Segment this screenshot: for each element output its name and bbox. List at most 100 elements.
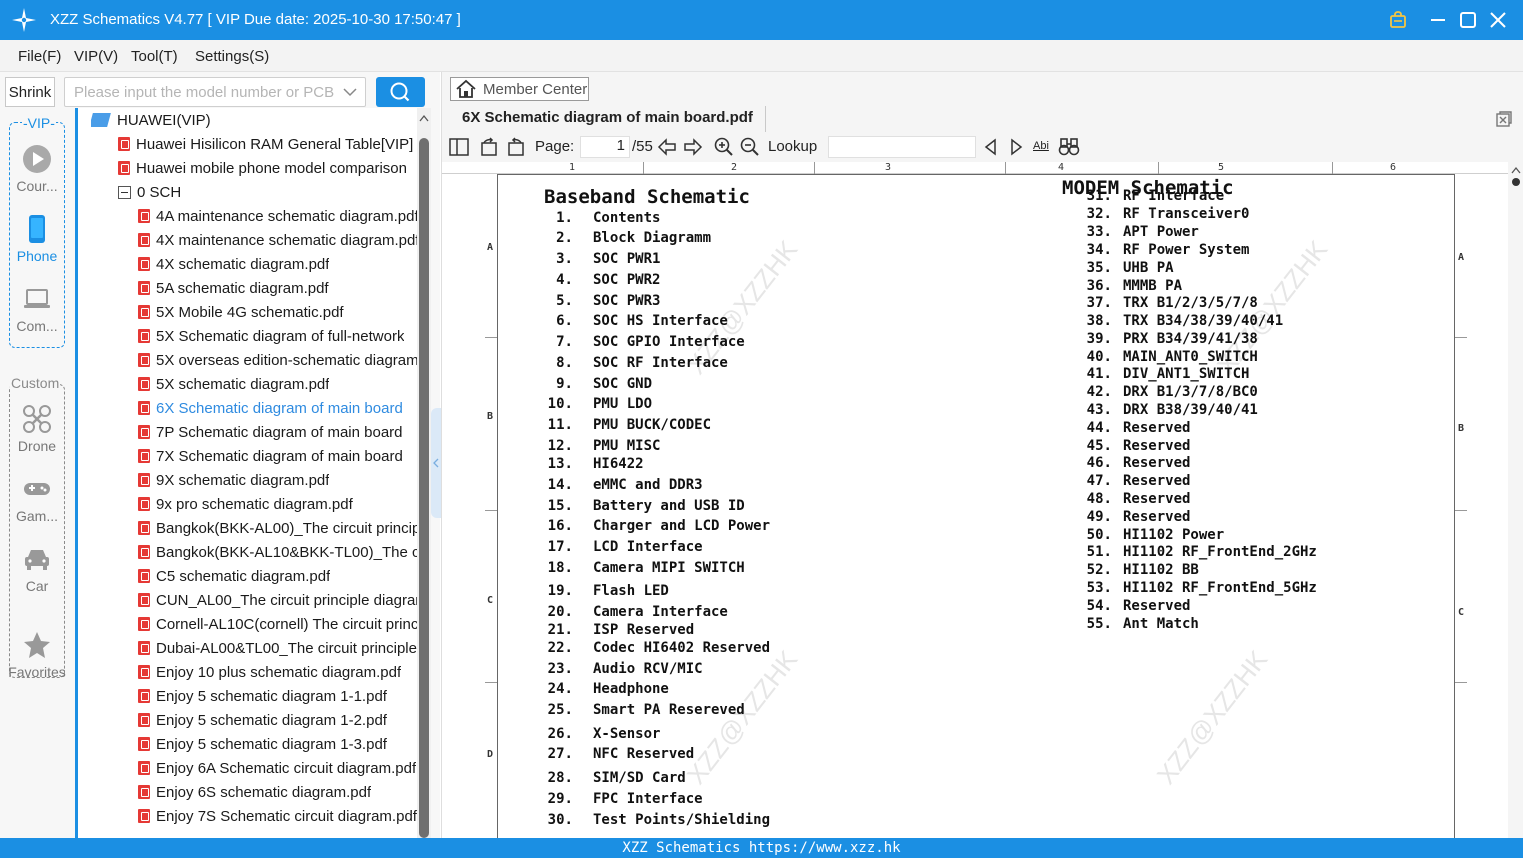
menu-file[interactable]: File(F) [18, 48, 61, 65]
baseband-entry-title: Camera Interface [593, 604, 728, 620]
zoom-in-icon[interactable] [713, 136, 735, 158]
tree-file-item[interactable]: 4A maintenance schematic diagram.pdf [138, 204, 417, 228]
tree-file-item[interactable]: 5X Mobile 4G schematic.pdf [138, 300, 344, 324]
zoom-out-icon[interactable] [739, 136, 761, 158]
vip-bag-icon[interactable] [1386, 8, 1410, 32]
tree-file-item[interactable]: Enjoy 6A Schematic circuit diagram.pdf [138, 756, 416, 780]
category-courses[interactable]: Cour... [7, 144, 67, 194]
tree-file-item[interactable]: Enjoy 5 schematic diagram 1-3.pdf [138, 732, 387, 756]
tree-file-item[interactable]: Huawei mobile phone model comparison [118, 156, 407, 180]
tree-file-item[interactable]: 9x pro schematic diagram.pdf [138, 492, 353, 516]
tree-file-item[interactable]: CUN_AL00_The circuit principle diagram [138, 588, 417, 612]
category-drone[interactable]: Drone [7, 404, 67, 454]
lookup-input[interactable] [828, 136, 976, 158]
tree-file-item[interactable]: 4X maintenance schematic diagram.pdf [138, 228, 417, 252]
category-phone[interactable]: Phone [7, 214, 67, 264]
search-input[interactable]: Please input the model number or PCB [64, 77, 366, 107]
tree-file-item[interactable]: Enjoy 7S Schematic circuit diagram.pdf [138, 804, 417, 828]
tree-file-item[interactable]: 5X overseas edition-schematic diagram [138, 348, 417, 372]
scroll-up-icon[interactable] [419, 114, 429, 122]
menu-settings[interactable]: Settings(S) [195, 48, 269, 65]
modem-entry-title: HI1102 BB [1123, 562, 1199, 578]
category-favorites[interactable]: Favorites [7, 630, 67, 680]
category-car[interactable]: Car [7, 544, 67, 594]
rotate-left-icon[interactable] [478, 136, 500, 158]
tree-file-item[interactable]: 7X Schematic diagram of main board [138, 444, 403, 468]
tree-file-item[interactable]: Huawei Hisilicon RAM General Table[VIP] [118, 132, 413, 156]
baseband-entry-number: 3. [556, 251, 573, 267]
tree-file-item[interactable]: 4X schematic diagram.pdf [138, 252, 329, 276]
minimize-icon[interactable] [1426, 8, 1450, 32]
baseband-entry-title: SOC GND [593, 376, 653, 392]
tree-file-item[interactable]: Enjoy 10 plus schematic diagram.pdf [138, 660, 401, 684]
scroll-up-icon[interactable] [1508, 164, 1523, 176]
modem-entry-number: 54. [1086, 598, 1112, 614]
tree-file-item[interactable]: 5A schematic diagram.pdf [138, 276, 329, 300]
modem-entry-title: TRX B1/2/3/5/7/8 [1123, 295, 1258, 311]
tree-file-item[interactable]: Enjoy 5 schematic diagram 1-2.pdf [138, 708, 387, 732]
tree-file-item[interactable]: Enjoy 6S schematic diagram.pdf [138, 780, 371, 804]
close-tab-icon[interactable] [1495, 110, 1513, 128]
sidebar-toggle-icon[interactable] [448, 136, 470, 158]
tree-file-label: Enjoy 5 schematic diagram 1-2.pdf [156, 711, 387, 729]
modem-entry-title: UHB PA [1123, 260, 1174, 276]
category-computer[interactable]: Com... [7, 284, 67, 334]
maximize-icon[interactable] [1456, 8, 1480, 32]
tree-file-item[interactable]: 7P Schematic diagram of main board [138, 420, 403, 444]
tab-current-document[interactable]: 6X Schematic diagram of main board.pdf [450, 106, 766, 132]
collapse-panel-handle[interactable] [431, 408, 441, 518]
pdf-scrollbar[interactable] [1508, 162, 1523, 838]
modem-entry-title: Reserved [1123, 455, 1191, 471]
find-next-icon[interactable] [1005, 136, 1027, 158]
folder-icon [91, 113, 111, 127]
tree-file-item[interactable]: 9X schematic diagram.pdf [138, 468, 329, 492]
menu-vip[interactable]: VIP(V) [74, 48, 118, 65]
tree-file-item[interactable]: C5 schematic diagram.pdf [138, 564, 330, 588]
binoculars-icon[interactable] [1058, 136, 1080, 158]
search-button[interactable] [376, 77, 425, 107]
tree-file-item[interactable]: 5X Schematic diagram of full-network [138, 324, 404, 348]
pdf-scroll-thumb[interactable] [1512, 178, 1520, 186]
column-number: 4 [1058, 162, 1065, 173]
tree-scrollbar[interactable] [417, 108, 431, 838]
match-case-icon[interactable]: Abi [1033, 140, 1049, 162]
rotate-right-icon[interactable] [505, 136, 527, 158]
pdf-viewport[interactable]: 1 2 3 4 5 6 A B C D A B C XZZ@XZZHK XZZ@… [442, 162, 1523, 838]
modem-entry-number: 50. [1086, 527, 1112, 543]
tree-file-item[interactable]: Dubai-AL00&TL00_The circuit principle [138, 636, 417, 660]
tree-file-item[interactable]: Bangkok(BKK-AL10&BKK-TL00)_The circuit [138, 540, 417, 564]
tree-file-item[interactable]: Cornell-AL10C(cornell) The circuit princ… [138, 612, 417, 636]
member-center-button[interactable]: Member Center [450, 77, 589, 101]
pdf-file-icon [138, 593, 150, 607]
column-number: 1 [569, 162, 576, 173]
tree-file-item[interactable]: Enjoy 5 schematic diagram 1-1.pdf [138, 684, 387, 708]
tree-scroll-thumb[interactable] [419, 138, 429, 838]
tree-file-item[interactable]: 5X schematic diagram.pdf [138, 372, 329, 396]
tree-folder-label: 0 SCH [137, 183, 182, 201]
tree-file-item-selected[interactable]: 6X Schematic diagram of main board [138, 396, 403, 420]
prev-page-icon[interactable] [656, 136, 678, 158]
collapse-icon[interactable] [118, 185, 131, 199]
modem-entry-number: 51. [1086, 544, 1112, 560]
baseband-entry-title: eMMC and DDR3 [593, 477, 703, 493]
close-icon[interactable] [1486, 8, 1510, 32]
baseband-entry-number: 8. [556, 355, 573, 371]
category-label: Gam... [15, 508, 58, 524]
category-game[interactable]: Gam... [7, 474, 67, 524]
page-number-input[interactable]: 1 [580, 136, 630, 158]
tree-file-item[interactable]: Bangkok(BKK-AL00)_The circuit principle [138, 516, 417, 540]
menu-tool[interactable]: Tool(T) [131, 48, 178, 65]
modem-entry-title: APT Power [1123, 224, 1199, 240]
next-page-icon[interactable] [682, 136, 704, 158]
baseband-entry-title: PMU LDO [593, 396, 653, 412]
phone-icon [29, 215, 45, 243]
shrink-button[interactable]: Shrink [5, 77, 55, 107]
baseband-entry-number: 18. [547, 560, 573, 576]
search-placeholder: Please input the model number or PCB [74, 84, 335, 101]
pdf-file-icon [138, 401, 150, 415]
find-prev-icon[interactable] [980, 136, 1002, 158]
chevron-down-icon[interactable] [343, 86, 357, 98]
tree-folder-sch[interactable]: 0 SCH [118, 180, 181, 204]
tree-root[interactable]: HUAWEI(VIP) [91, 108, 211, 132]
baseband-entry-number: 20. [547, 604, 573, 620]
